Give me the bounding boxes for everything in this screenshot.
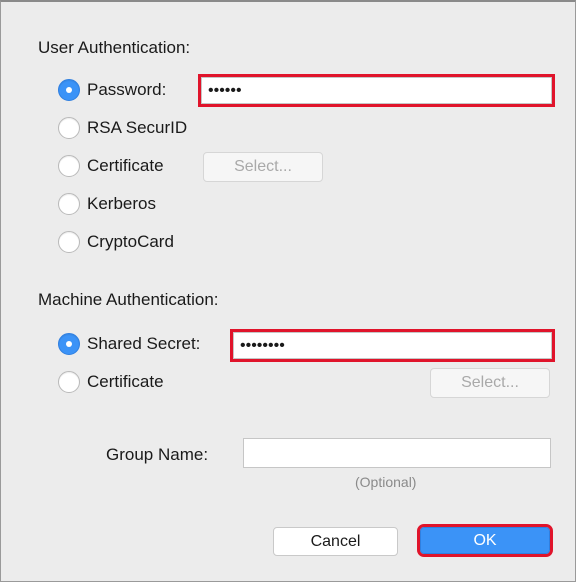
radio-label-cryptocard: CryptoCard xyxy=(87,232,174,251)
radio-button[interactable] xyxy=(58,155,80,177)
radio-kerberos[interactable]: Kerberos xyxy=(58,193,156,215)
radio-button[interactable] xyxy=(58,79,80,101)
shared-secret-value: •••••••• xyxy=(240,336,285,354)
user-select-button[interactable]: Select... xyxy=(203,152,323,182)
password-value: •••••• xyxy=(208,81,242,99)
cancel-button[interactable]: Cancel xyxy=(273,527,398,556)
optional-hint: (Optional) xyxy=(355,474,417,490)
radio-label-shared-secret: Shared Secret: xyxy=(87,334,201,353)
radio-label-certificate-machine: Certificate xyxy=(87,372,164,391)
user-auth-title: User Authentication: xyxy=(38,38,191,57)
shared-secret-field[interactable]: •••••••• xyxy=(230,329,555,362)
radio-shared-secret[interactable]: Shared Secret: xyxy=(58,333,200,355)
machine-select-button[interactable]: Select... xyxy=(430,368,550,398)
radio-cryptocard[interactable]: CryptoCard xyxy=(58,231,174,253)
radio-button[interactable] xyxy=(58,231,80,253)
radio-rsa-securid[interactable]: RSA SecurID xyxy=(58,117,187,139)
machine-auth-title: Machine Authentication: xyxy=(38,290,219,309)
radio-certificate-user[interactable]: Certificate xyxy=(58,155,164,177)
group-name-input[interactable] xyxy=(243,438,551,468)
radio-button[interactable] xyxy=(58,117,80,139)
group-name-label: Group Name: xyxy=(106,445,209,464)
password-field[interactable]: •••••• xyxy=(198,74,555,107)
radio-label-certificate-user: Certificate xyxy=(87,156,164,175)
radio-button[interactable] xyxy=(58,333,80,355)
radio-label-password: Password: xyxy=(87,80,167,99)
radio-password[interactable]: Password: xyxy=(58,79,166,101)
radio-label-kerberos: Kerberos xyxy=(87,194,156,213)
ok-button[interactable]: OK xyxy=(417,524,553,557)
radio-label-rsa-securid: RSA SecurID xyxy=(87,118,188,137)
radio-certificate-machine[interactable]: Certificate xyxy=(58,371,164,393)
radio-button[interactable] xyxy=(58,193,80,215)
radio-button[interactable] xyxy=(58,371,80,393)
